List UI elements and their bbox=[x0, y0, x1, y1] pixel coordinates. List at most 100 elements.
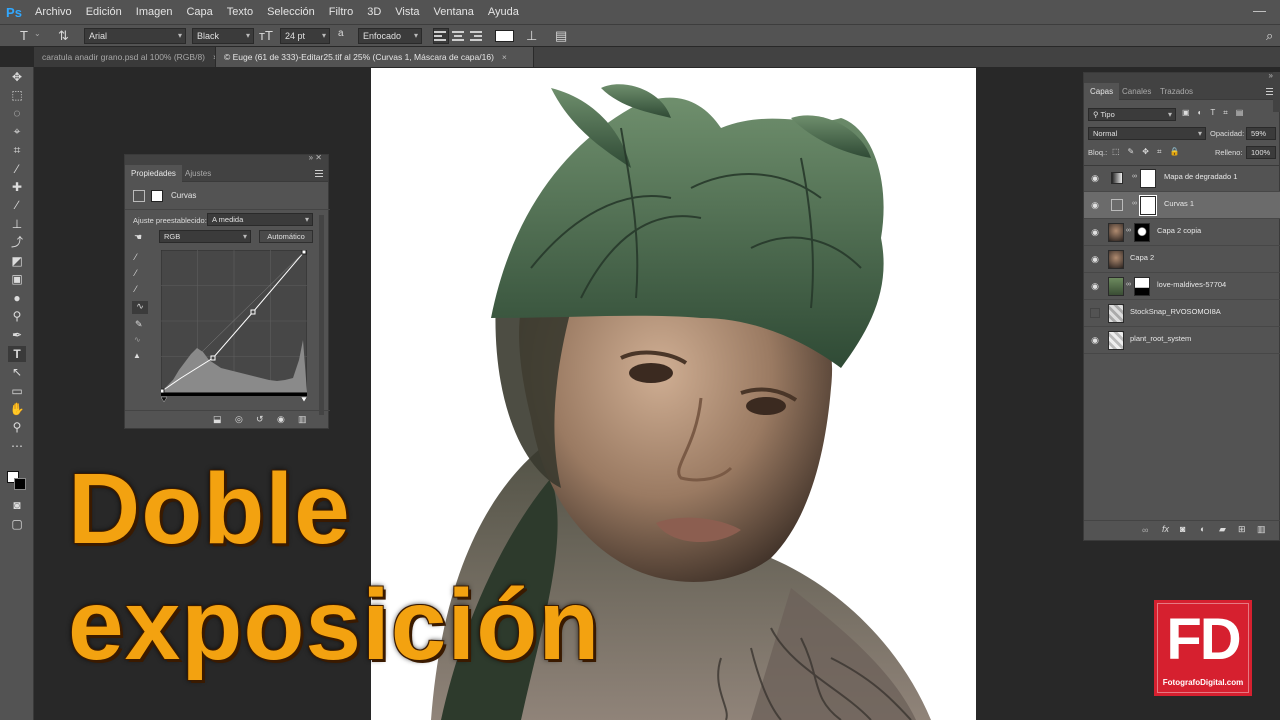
antialias-select[interactable]: Enfocado ▾ bbox=[358, 28, 422, 44]
zoom-tool-icon[interactable]: ⚲ bbox=[8, 419, 26, 435]
warp-text-icon[interactable]: ⊥ bbox=[526, 28, 537, 44]
collapse-icon[interactable]: » ✕ bbox=[309, 153, 322, 162]
visibility-eye-icon[interactable]: ◉ bbox=[1090, 254, 1100, 264]
visibility-eye-icon[interactable]: ◉ bbox=[1090, 173, 1100, 183]
tab-canales[interactable]: Canales bbox=[1116, 83, 1157, 100]
layer-mask-icon[interactable] bbox=[151, 190, 163, 202]
eraser-tool-icon[interactable]: ◩ bbox=[8, 253, 26, 269]
tab-caratula[interactable]: caratula anadir grano.psd al 100% (RGB/8… bbox=[34, 47, 216, 67]
quick-select-tool-icon[interactable]: ⌖ bbox=[8, 123, 26, 139]
path-select-icon[interactable]: ↖ bbox=[8, 364, 26, 380]
layer-filter-select[interactable]: ⚲ Tipo ▾ bbox=[1088, 108, 1176, 121]
pen-tool-icon[interactable]: ✒ bbox=[8, 327, 26, 343]
visibility-eye-icon[interactable]: ◉ bbox=[277, 414, 285, 425]
history-brush-icon[interactable]: ⤴ bbox=[8, 234, 26, 250]
search-icon[interactable]: ⌕ bbox=[1266, 28, 1273, 44]
layer-row[interactable]: ◉ plant_root_system bbox=[1084, 327, 1280, 354]
layer-row[interactable]: StockSnap_RVOSOMOI8A bbox=[1084, 300, 1280, 327]
menu-ventana[interactable]: Ventana bbox=[427, 0, 481, 24]
panel-menu-icon[interactable] bbox=[315, 168, 323, 179]
tab-trazados[interactable]: Trazados bbox=[1154, 83, 1199, 100]
trash-icon[interactable]: ▥ bbox=[1257, 524, 1266, 535]
stamp-tool-icon[interactable]: ⊥ bbox=[8, 216, 26, 232]
move-tool-icon[interactable]: ✥ bbox=[8, 69, 26, 85]
dodge-tool-icon[interactable]: ⚲ bbox=[8, 308, 26, 324]
shape-tool-icon[interactable]: ▭ bbox=[8, 383, 26, 399]
align-left-button[interactable] bbox=[433, 28, 449, 44]
eyedropper-gray-icon[interactable]: ⁄ bbox=[135, 268, 137, 278]
text-color-swatch[interactable] bbox=[495, 30, 514, 42]
layer-row[interactable]: ◉ ∞ Curvas 1 bbox=[1084, 192, 1280, 219]
reset-icon[interactable]: ↺ bbox=[256, 414, 264, 425]
background-color-swatch[interactable] bbox=[14, 478, 26, 490]
menu-seleccion[interactable]: Selección bbox=[260, 0, 322, 24]
screen-mode-icon[interactable]: ▢ bbox=[8, 516, 26, 532]
fill-input[interactable]: 100% bbox=[1246, 146, 1276, 159]
clipping-warning-icon[interactable]: ▲ bbox=[133, 351, 141, 360]
link-layers-icon[interactable]: ∞ bbox=[1142, 525, 1148, 535]
new-layer-icon[interactable]: ⊞ bbox=[1238, 524, 1246, 535]
lock-icons[interactable]: ⬚✎✥⌗🔒 bbox=[1112, 147, 1187, 157]
preset-select[interactable]: A medida ▾ bbox=[207, 213, 313, 226]
layer-mask-thumb[interactable] bbox=[1140, 169, 1156, 188]
crop-tool-icon[interactable]: ⌗ bbox=[8, 142, 26, 158]
eyedropper-black-icon[interactable]: ⁄ bbox=[135, 252, 137, 262]
align-center-button[interactable] bbox=[452, 29, 466, 43]
healing-tool-icon[interactable]: ✚ bbox=[8, 179, 26, 195]
layer-row[interactable]: ◉ ∞ love-maldives-57704 bbox=[1084, 273, 1280, 300]
visibility-eye-icon[interactable]: ◉ bbox=[1090, 281, 1100, 291]
hand-tool-icon[interactable]: ✋ bbox=[8, 401, 26, 417]
trash-icon[interactable]: ▥ bbox=[298, 414, 307, 425]
marquee-tool-icon[interactable]: ⬚ bbox=[8, 87, 26, 103]
font-size-select[interactable]: 24 pt ▾ bbox=[280, 28, 330, 44]
clip-to-layer-icon[interactable]: ⬓ bbox=[213, 414, 222, 425]
close-icon[interactable]: × bbox=[502, 52, 507, 62]
layer-mask-thumb[interactable] bbox=[1139, 195, 1157, 216]
properties-scrollbar[interactable] bbox=[319, 215, 324, 415]
minimize-icon[interactable]: — bbox=[1253, 3, 1266, 18]
curve-points-icon[interactable]: ∿ bbox=[132, 301, 148, 314]
menu-archivo[interactable]: Archivo bbox=[28, 0, 79, 24]
gradient-tool-icon[interactable]: ▣ bbox=[8, 271, 26, 287]
opacity-input[interactable]: 59% bbox=[1246, 127, 1276, 140]
auto-button[interactable]: Automático bbox=[259, 230, 313, 243]
pencil-icon[interactable]: ✎ bbox=[135, 319, 143, 330]
layer-mask-thumb[interactable] bbox=[1134, 277, 1150, 296]
menu-ayuda[interactable]: Ayuda bbox=[481, 0, 526, 24]
layer-row[interactable]: ◉ ∞ Capa 2 copia bbox=[1084, 219, 1280, 246]
menu-texto[interactable]: Texto bbox=[220, 0, 260, 24]
layer-row[interactable]: ◉ ∞ Mapa de degradado 1 bbox=[1084, 165, 1280, 192]
tab-euge[interactable]: © Euge (61 de 333)-Editar25.tif al 25% (… bbox=[216, 47, 534, 67]
eyedropper-tool-icon[interactable]: ⁄ bbox=[8, 161, 26, 177]
blur-tool-icon[interactable]: ● bbox=[8, 290, 26, 306]
add-mask-icon[interactable]: ◙ bbox=[1180, 524, 1185, 534]
menu-imagen[interactable]: Imagen bbox=[129, 0, 180, 24]
menu-capa[interactable]: Capa bbox=[179, 0, 219, 24]
target-adjust-icon[interactable]: ☚ bbox=[134, 232, 142, 243]
align-right-button[interactable] bbox=[470, 29, 484, 43]
tab-capas[interactable]: Capas bbox=[1084, 83, 1120, 100]
visibility-eye-icon[interactable]: ◉ bbox=[1090, 200, 1100, 210]
layer-mask-thumb[interactable] bbox=[1134, 223, 1150, 242]
visibility-eye-icon[interactable]: ◉ bbox=[1090, 335, 1100, 345]
blend-mode-select[interactable]: Normal ▾ bbox=[1088, 127, 1206, 140]
lasso-tool-icon[interactable]: ◌ bbox=[8, 105, 26, 121]
font-family-select[interactable]: Arial ▾ bbox=[84, 28, 186, 44]
character-panel-icon[interactable]: ▤ bbox=[555, 28, 567, 44]
folder-icon[interactable]: ▰ bbox=[1219, 524, 1226, 535]
more-tools-icon[interactable]: ⋯ bbox=[8, 438, 26, 454]
adjustment-layer-icon[interactable]: ◐ bbox=[1200, 524, 1205, 534]
quick-mask-icon[interactable]: ◙ bbox=[8, 497, 26, 513]
menu-3d[interactable]: 3D bbox=[360, 0, 388, 24]
text-orientation-icon[interactable]: ⇅ bbox=[58, 28, 69, 44]
menu-vista[interactable]: Vista bbox=[388, 0, 426, 24]
menu-filtro[interactable]: Filtro bbox=[322, 0, 360, 24]
visibility-off-icon[interactable] bbox=[1090, 308, 1100, 318]
type-tool-icon[interactable]: T bbox=[8, 346, 26, 362]
eyedropper-white-icon[interactable]: ⁄ bbox=[135, 284, 137, 294]
type-tool-icon[interactable]: T bbox=[20, 28, 28, 43]
menu-edicion[interactable]: Edición bbox=[79, 0, 129, 24]
smooth-icon[interactable]: ∿ bbox=[134, 335, 141, 344]
curves-graph[interactable] bbox=[161, 250, 307, 402]
filter-type-icons[interactable]: ▣◐T⌗▤ bbox=[1182, 108, 1251, 118]
